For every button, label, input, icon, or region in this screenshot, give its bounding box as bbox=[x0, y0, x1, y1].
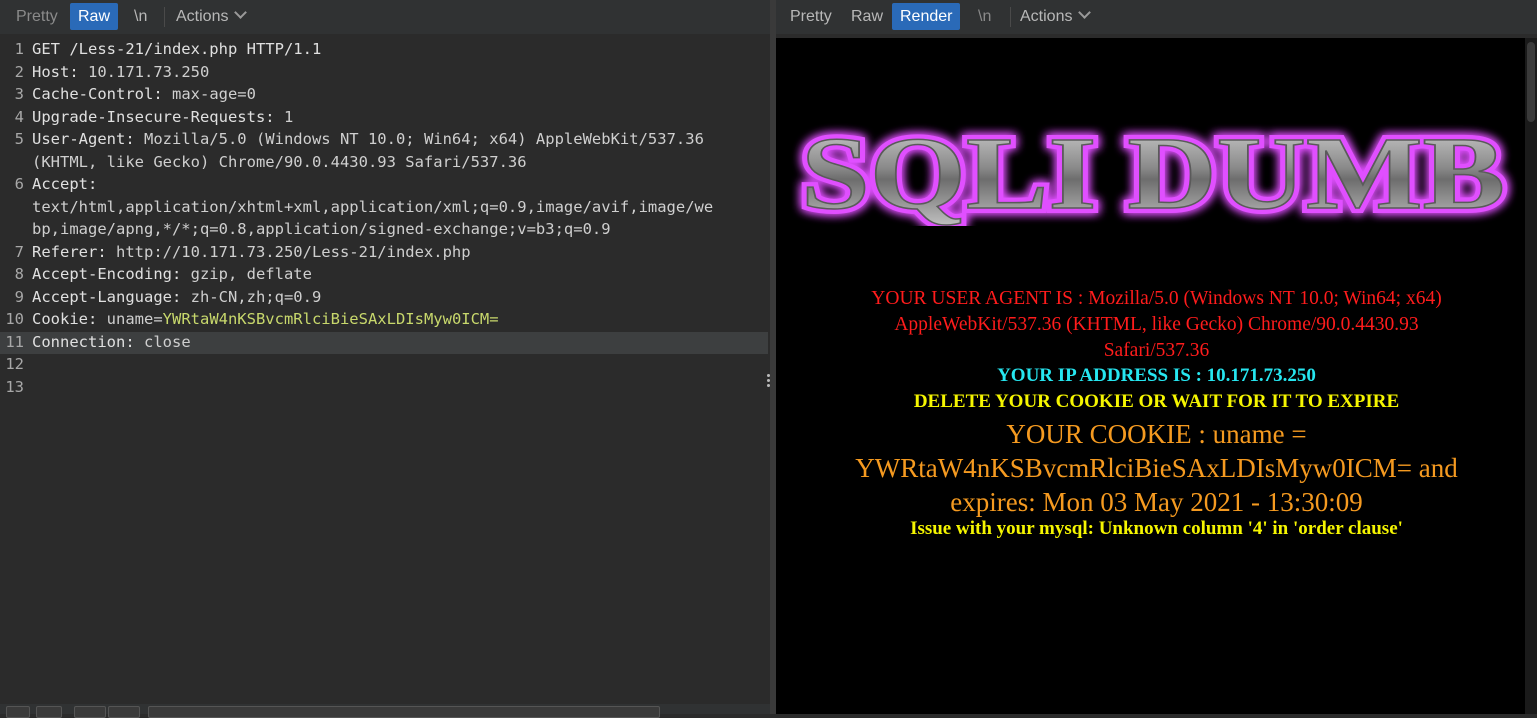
toolbar-divider bbox=[164, 7, 165, 27]
line-number: 12 bbox=[5, 355, 24, 373]
line-number: 6 bbox=[14, 175, 24, 193]
line-number: 11 bbox=[5, 333, 24, 351]
sqli-dumb-logo: SQLI DUMB SQLI DUMB bbox=[796, 116, 1510, 226]
tab-pretty[interactable]: Pretty bbox=[782, 3, 840, 30]
tab-render[interactable]: Render bbox=[892, 3, 961, 30]
response-pane: Pretty Raw Render \n Actions SQLI DUMB S… bbox=[776, 0, 1537, 714]
tab-pretty[interactable]: Pretty bbox=[8, 3, 66, 30]
cookie-header: Cookie: uname=YWRtaW4nKSBvcmRlciBieSAxLD… bbox=[32, 310, 499, 328]
line-number: 10 bbox=[5, 310, 24, 328]
request-header: Connection: close bbox=[32, 333, 191, 351]
tab-raw[interactable]: Raw bbox=[70, 3, 119, 30]
request-pane: Pretty Raw \n Actions 1 2 3 4 5 6 7 8 9 … bbox=[0, 0, 770, 718]
tab-newline[interactable]: \n bbox=[126, 3, 155, 30]
actions-label: Actions bbox=[1020, 8, 1073, 25]
line-number: 2 bbox=[14, 63, 24, 81]
request-header: User-Agent: Mozilla/5.0 (Windows NT 10.0… bbox=[32, 130, 704, 148]
chevron-down-icon bbox=[1078, 6, 1092, 19]
request-header-continuation: (KHTML, like Gecko) Chrome/90.0.4430.93 … bbox=[32, 153, 527, 171]
prev-button[interactable] bbox=[74, 706, 106, 718]
line-number: 5 bbox=[14, 130, 24, 148]
line-number: 3 bbox=[14, 85, 24, 103]
toolbar-divider bbox=[1010, 7, 1011, 27]
request-header: Referer: http://10.171.73.250/Less-21/in… bbox=[32, 243, 471, 261]
render-scrollbar[interactable] bbox=[1525, 38, 1537, 714]
cookie-text: YOUR COOKIE : uname = YWRtaW4nKSBvcmRlci… bbox=[855, 419, 1458, 517]
chevron-down-icon bbox=[234, 6, 248, 19]
response-toolbar: Pretty Raw Render \n Actions bbox=[776, 0, 1537, 34]
actions-menu[interactable]: Actions bbox=[1012, 3, 1108, 30]
search-input[interactable] bbox=[148, 706, 660, 718]
request-header: Accept-Encoding: gzip, deflate bbox=[32, 265, 312, 283]
tab-newline[interactable]: \n bbox=[970, 3, 999, 30]
request-header: Cache-Control: max-age=0 bbox=[32, 85, 256, 103]
actions-label: Actions bbox=[176, 8, 229, 25]
ip-address-text: YOUR IP ADDRESS IS : 10.171.73.250 bbox=[997, 365, 1316, 386]
line-number: 1 bbox=[14, 40, 24, 58]
logo-text: SQLI DUMB bbox=[801, 116, 1505, 226]
cookie-notice-text: DELETE YOUR COOKIE OR WAIT FOR IT TO EXP… bbox=[913, 391, 1400, 412]
tab-raw[interactable]: Raw bbox=[843, 3, 891, 30]
line-number: 4 bbox=[14, 108, 24, 126]
line-number: 8 bbox=[14, 265, 24, 283]
rendered-response: SQLI DUMB SQLI DUMB YOUR USER AGENT IS :… bbox=[776, 38, 1537, 714]
help-icon[interactable] bbox=[6, 706, 30, 718]
request-header: Accept-Language: zh-CN,zh;q=0.9 bbox=[32, 288, 322, 306]
request-editor[interactable]: 1 2 3 4 5 6 7 8 9 10 11 12 13 GET /Less-… bbox=[0, 38, 770, 706]
request-header: Host: 10.171.73.250 bbox=[32, 63, 210, 81]
next-button[interactable] bbox=[108, 706, 140, 718]
line-number: 13 bbox=[5, 378, 24, 396]
request-bottom-bar bbox=[0, 704, 770, 718]
actions-menu[interactable]: Actions bbox=[168, 3, 264, 30]
request-header-continuation: text/html,application/xhtml+xml,applicat… bbox=[32, 198, 714, 216]
request-line: GET /Less-21/index.php HTTP/1.1 bbox=[32, 40, 322, 58]
cookie-value: YWRtaW4nKSBvcmRlciBieSAxLDIsMyw0ICM= bbox=[162, 310, 499, 328]
request-header-continuation: bp,image/apng,*/*;q=0.8,application/sign… bbox=[32, 220, 611, 238]
line-number: 7 bbox=[14, 243, 24, 261]
mysql-error-text: Issue with your mysql: Unknown column '4… bbox=[910, 518, 1403, 539]
request-toolbar: Pretty Raw \n Actions bbox=[0, 0, 770, 34]
request-header: Accept: bbox=[32, 175, 98, 193]
settings-icon[interactable] bbox=[36, 706, 62, 718]
user-agent-text: YOUR USER AGENT IS : Mozilla/5.0 (Window… bbox=[871, 288, 1442, 361]
line-number: 9 bbox=[14, 288, 24, 306]
request-header: Upgrade-Insecure-Requests: 1 bbox=[32, 108, 294, 126]
